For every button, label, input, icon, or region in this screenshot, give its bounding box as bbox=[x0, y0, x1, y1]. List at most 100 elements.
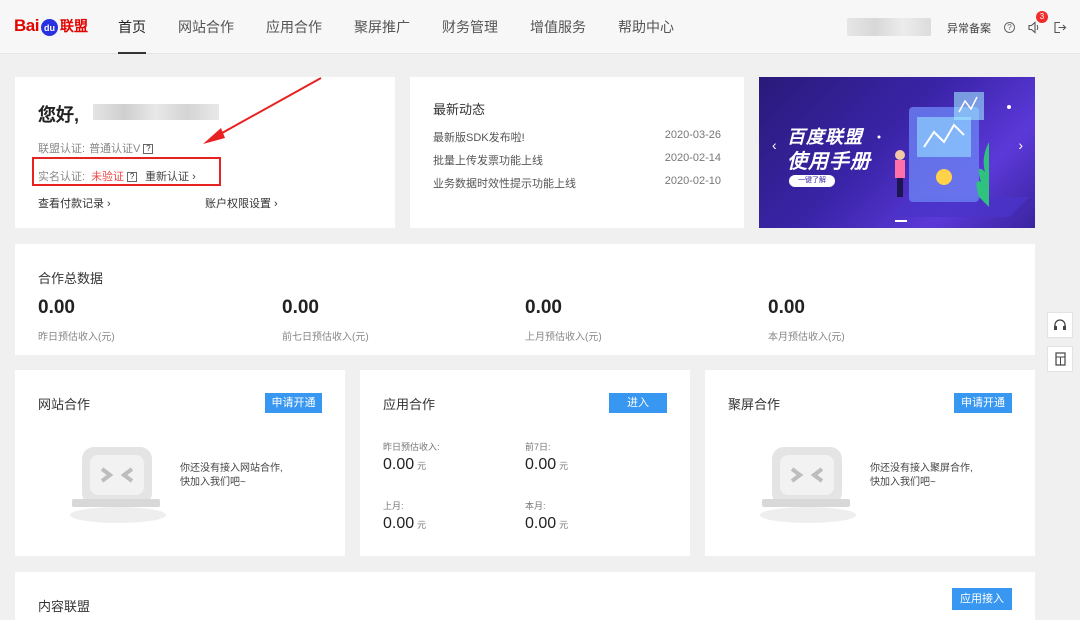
top-header: Bai du 联盟 首页 网站合作 应用合作 聚屏推广 财务管理 增值服务 帮助… bbox=[0, 0, 1080, 54]
calculator-icon bbox=[1055, 352, 1066, 366]
empty-box-icon bbox=[760, 447, 856, 523]
speaker-icon[interactable] bbox=[1027, 21, 1041, 34]
news-item[interactable]: 批量上传发票功能上线 2020-02-14 bbox=[433, 152, 721, 168]
screen-empty-line2: 快加入我们吧~ bbox=[870, 477, 936, 488]
payment-records-link[interactable]: 查看付款记录 › bbox=[38, 195, 111, 211]
main-nav: 首页 网站合作 应用合作 聚屏推广 财务管理 增值服务 帮助中心 bbox=[118, 0, 706, 54]
screen-empty-message: 你还没有接入聚屏合作, 快加入我们吧~ bbox=[870, 462, 973, 490]
app-last-month-label: 上月: bbox=[383, 501, 404, 511]
abnormal-record-link[interactable]: 异常备案 bbox=[947, 20, 991, 36]
user-manual-banner[interactable]: 百度联盟 使用手册 一键了解 ‹ › bbox=[759, 77, 1035, 228]
nav-item-home[interactable]: 首页 bbox=[118, 0, 146, 54]
currency-unit: 元 bbox=[559, 461, 569, 471]
red-arrow-icon bbox=[203, 77, 322, 144]
total-data-title: 合作总数据 bbox=[38, 271, 104, 286]
news-title: 最新动态 bbox=[433, 102, 486, 117]
nav-item-site-coop[interactable]: 网站合作 bbox=[178, 0, 234, 54]
realname-cert-row: 实名认证: 未验证? 重新认证 › bbox=[38, 168, 196, 184]
seven-day-income-value: 0.00 bbox=[282, 297, 319, 318]
screen-coop-card: 聚屏合作 申请开通 你还没有接入聚屏合作, 快加入我们吧~ bbox=[705, 370, 1035, 556]
site-empty-message: 你还没有接入网站合作, 快加入我们吧~ bbox=[180, 462, 283, 490]
app-yesterday-number: 0.00 bbox=[383, 456, 415, 473]
app-last-month-number: 0.00 bbox=[383, 515, 415, 532]
app-7day-number: 0.00 bbox=[525, 456, 557, 473]
nav-item-screen-promo[interactable]: 聚屏推广 bbox=[354, 0, 410, 54]
content-access-button[interactable]: 应用接入 bbox=[952, 588, 1012, 610]
logout-icon[interactable] bbox=[1053, 21, 1067, 34]
baidu-union-logo[interactable]: Bai du 联盟 bbox=[14, 12, 88, 40]
site-coop-card: 网站合作 申请开通 你还没有接入网站合作, 快加入我们吧~ bbox=[15, 370, 345, 556]
news-card: 最新动态 最新版SDK发布啦! 2020-03-26 批量上传发票功能上线 20… bbox=[410, 77, 744, 228]
union-cert-label: 联盟认证: bbox=[38, 143, 86, 155]
app-enter-button[interactable]: 进入 bbox=[609, 393, 667, 413]
account-settings-link[interactable]: 账户权限设置 › bbox=[205, 195, 278, 211]
empty-box-icon bbox=[70, 447, 166, 523]
customer-service-button[interactable] bbox=[1047, 312, 1073, 338]
app-last-month-value: 0.00 元 bbox=[383, 515, 426, 533]
news-item[interactable]: 业务数据时效性提示功能上线 2020-02-10 bbox=[433, 175, 721, 191]
greeting-text: 您好, bbox=[38, 105, 80, 125]
nav-item-finance[interactable]: 财务管理 bbox=[442, 0, 498, 54]
realname-cert-label: 实名认证: bbox=[38, 171, 86, 183]
username-blurred[interactable] bbox=[847, 18, 931, 36]
yesterday-income-label: 昨日预估收入(元) bbox=[38, 332, 115, 343]
news-item-date: 2020-03-26 bbox=[664, 129, 721, 141]
red-arrow-annotation bbox=[205, 153, 345, 161]
last-month-income-label: 上月预估收入(元) bbox=[525, 332, 602, 343]
app-coop-title: 应用合作 bbox=[383, 397, 436, 412]
yesterday-income-value: 0.00 bbox=[38, 297, 75, 318]
screen-empty-line1: 你还没有接入聚屏合作, bbox=[870, 463, 973, 474]
news-item-date: 2020-02-14 bbox=[664, 152, 721, 164]
currency-unit: 元 bbox=[417, 461, 427, 471]
question-icon[interactable]: ? bbox=[127, 172, 138, 183]
headset-icon bbox=[1054, 319, 1066, 330]
banner-learn-button[interactable]: 一键了解 bbox=[789, 175, 835, 187]
site-empty-line1: 你还没有接入网站合作, bbox=[180, 463, 283, 474]
news-item-date: 2020-02-10 bbox=[664, 175, 721, 187]
union-cert-value: 普通认证V bbox=[89, 143, 141, 155]
nav-item-value-added[interactable]: 增值服务 bbox=[530, 0, 586, 54]
app-yesterday-value: 0.00 元 bbox=[383, 456, 426, 474]
banner-prev-icon[interactable]: ‹ bbox=[772, 137, 777, 153]
site-apply-button[interactable]: 申请开通 bbox=[265, 393, 322, 413]
question-icon[interactable]: ? bbox=[143, 144, 154, 155]
banner-title-line2: 使用手册 bbox=[787, 151, 871, 173]
screen-coop-title: 聚屏合作 bbox=[728, 397, 781, 412]
news-item[interactable]: 最新版SDK发布啦! 2020-03-26 bbox=[433, 129, 721, 145]
app-coop-card: 应用合作 进入 昨日预估收入: 0.00 元 前7日: 0.00 元 上月: 0.0… bbox=[360, 370, 690, 556]
app-this-month-value: 0.00 元 bbox=[525, 515, 568, 533]
app-yesterday-label: 昨日预估收入: bbox=[383, 442, 440, 452]
news-item-text: 最新版SDK发布啦! bbox=[433, 132, 525, 144]
realname-status: 未验证 bbox=[91, 171, 125, 183]
logo-paw-du: du bbox=[40, 19, 58, 36]
seven-day-income-label: 前七日预估收入(元) bbox=[282, 332, 369, 343]
app-7day-label: 前7日: bbox=[525, 442, 551, 452]
news-item-text: 业务数据时效性提示功能上线 bbox=[433, 178, 576, 190]
site-coop-title: 网站合作 bbox=[38, 397, 91, 412]
calculator-button[interactable] bbox=[1047, 346, 1073, 372]
app-this-month-label: 本月: bbox=[525, 501, 546, 511]
banner-next-icon[interactable]: › bbox=[1018, 137, 1023, 153]
currency-unit: 元 bbox=[417, 520, 427, 530]
content-coop-title: 内容联盟 bbox=[38, 599, 91, 614]
help-icon[interactable]: ? bbox=[1004, 22, 1015, 33]
site-empty-line2: 快加入我们吧~ bbox=[180, 477, 246, 488]
reverify-link[interactable]: 重新认证 › bbox=[145, 171, 196, 183]
banner-indicator[interactable] bbox=[895, 220, 907, 222]
app-this-month-number: 0.00 bbox=[525, 515, 557, 532]
this-month-income-value: 0.00 bbox=[768, 297, 805, 318]
screen-apply-button[interactable]: 申请开通 bbox=[954, 393, 1012, 413]
news-item-text: 批量上传发票功能上线 bbox=[433, 155, 543, 167]
union-cert-row: 联盟认证: 普通认证V? bbox=[38, 140, 154, 156]
currency-unit: 元 bbox=[559, 520, 569, 530]
app-7day-value: 0.00 元 bbox=[525, 456, 568, 474]
logo-text-bai: Bai bbox=[14, 16, 39, 35]
this-month-income-label: 本月预估收入(元) bbox=[768, 332, 845, 343]
content-coop-card: 内容联盟 应用接入 bbox=[15, 572, 1035, 620]
total-data-card: 合作总数据 0.00 昨日预估收入(元) 0.00 前七日预估收入(元) 0.0… bbox=[15, 244, 1035, 355]
logo-text-union: 联盟 bbox=[59, 18, 88, 34]
banner-illustration bbox=[877, 92, 1029, 217]
last-month-income-value: 0.00 bbox=[525, 297, 562, 318]
nav-item-app-coop[interactable]: 应用合作 bbox=[266, 0, 322, 54]
nav-item-help[interactable]: 帮助中心 bbox=[618, 0, 674, 54]
